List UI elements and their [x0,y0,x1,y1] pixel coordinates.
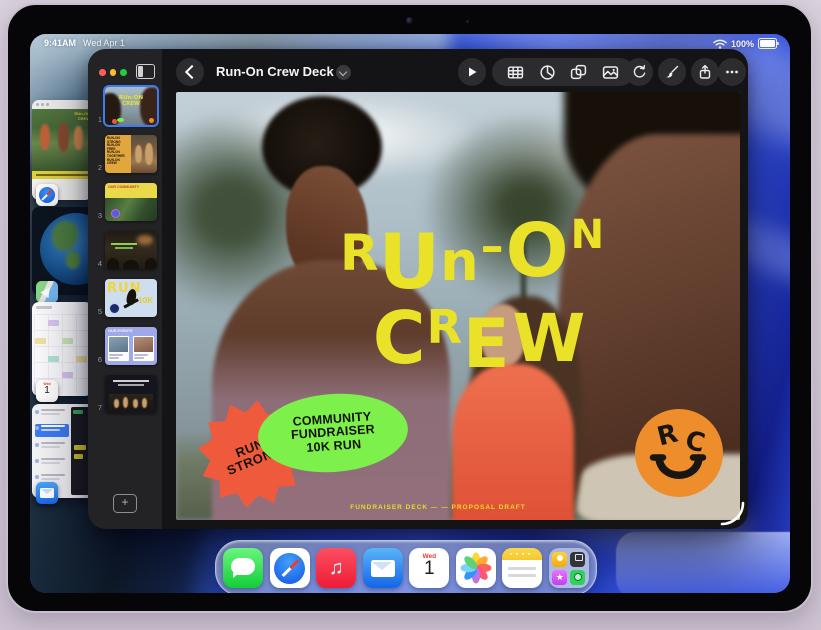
status-time: 9:41AM [44,38,76,48]
slide-number: 3 [91,211,102,221]
slide-number: 1 [91,115,102,125]
status-bar-left: 9:41AM Wed Apr 1 [44,38,125,48]
recent-app-calendar[interactable]: Wed 1 [32,302,92,396]
slide-number: 7 [91,403,102,413]
notes-icon[interactable] [502,548,542,588]
mail-icon[interactable] [363,548,403,588]
dock: ♫ Wed 1 [215,540,597,593]
minimize-button[interactable] [110,69,117,76]
app-library-icon[interactable]: ★ [549,548,589,588]
wallpaper-ribbon [616,532,790,593]
play-icon [466,66,478,78]
slide-thumbnail-7[interactable] [105,375,157,413]
undo-button[interactable] [625,58,653,86]
media-icon[interactable] [602,64,619,81]
wifi-icon [713,39,727,49]
back-button[interactable] [176,58,204,86]
undo-icon [631,64,647,80]
chart-icon[interactable] [539,64,556,81]
title-menu-button[interactable] [336,65,351,80]
add-slide-button[interactable]: + [113,494,137,513]
slide-canvas[interactable]: RUn–ON CREW RUNSTRONG COMMUNITYFUNDRAISE… [176,92,740,520]
recent-app-mail[interactable] [32,404,94,498]
slide-number: 2 [91,163,102,173]
sidebar-toggle-icon[interactable] [136,64,155,79]
safari-icon[interactable] [270,548,310,588]
window-controls[interactable] [99,69,127,76]
maps-icon [36,281,58,303]
slide-footer-text[interactable]: FUNDRAISER DECK — — PROPOSAL DRAFT [176,504,700,511]
status-bar-right: 100% [713,38,777,49]
status-date: Wed Apr 1 [83,38,125,48]
sensor-dot [466,20,469,23]
photos-icon[interactable] [456,548,496,588]
slide-thumbnail-5[interactable]: RUN 10K [105,279,157,317]
ipad-device: 9:41AM Wed Apr 1 100% RUn-ONCREW [6,3,813,613]
slide-thumbnail-3[interactable]: OUR COMMUNITY [105,183,157,221]
safari-icon [36,184,58,206]
share-button[interactable] [691,58,719,86]
more-button[interactable] [718,58,746,86]
format-button[interactable] [658,58,686,86]
tips-icon [552,552,567,567]
calendar-icon[interactable]: Wed 1 [409,548,449,588]
close-button[interactable] [99,69,106,76]
music-icon[interactable]: ♫ [316,548,356,588]
slide-number: 5 [91,307,102,317]
document-title[interactable]: Run-On Crew Deck [216,64,334,79]
share-icon [697,64,713,80]
screen: 9:41AM Wed Apr 1 100% RUn-ONCREW [30,34,790,593]
format-brush-icon [664,64,680,80]
star-app-icon: ★ [552,570,567,585]
front-camera [406,17,413,24]
slide-thumbnail-4[interactable] [105,231,157,269]
slide-thumbnail-6[interactable]: OUR EVENTS [105,327,157,365]
window-resize-handle[interactable] [719,500,745,526]
messages-icon[interactable] [223,548,263,588]
green-app-icon [570,570,585,585]
slide-number: 4 [91,259,102,269]
recent-app-maps[interactable] [32,207,94,295]
battery-icon [758,38,777,49]
insert-toolbar [492,58,634,86]
recent-app-safari[interactable]: RUn-ONCREW [32,100,92,200]
calendar-icon: Wed 1 [36,380,58,402]
slide-title[interactable]: RUn–ON CREW [272,204,672,371]
keynote-window: 1 RUn-ONCREW 2 [88,49,748,529]
slide-navigator: 1 RUn-ONCREW 2 [88,49,162,529]
battery-percent: 100% [731,39,754,49]
shapes-icon[interactable] [570,64,587,81]
chevron-down-icon [339,67,347,75]
table-icon[interactable] [507,64,524,81]
rc-smiley-badge[interactable]: R C [634,408,724,498]
slide-thumbnail-2[interactable]: RUN-ONSTRONG RUN-ONFREE RUN-ONTOGETHER R… [105,135,157,173]
more-icon [724,64,740,80]
play-button[interactable] [458,58,486,86]
slide-thumbnail-1[interactable]: RUn-ONCREW [105,87,157,125]
utility-icon [570,552,585,567]
chevron-left-icon [185,65,199,79]
slide-number: 6 [91,355,102,365]
mail-icon [36,482,58,504]
zoom-button[interactable] [120,69,127,76]
